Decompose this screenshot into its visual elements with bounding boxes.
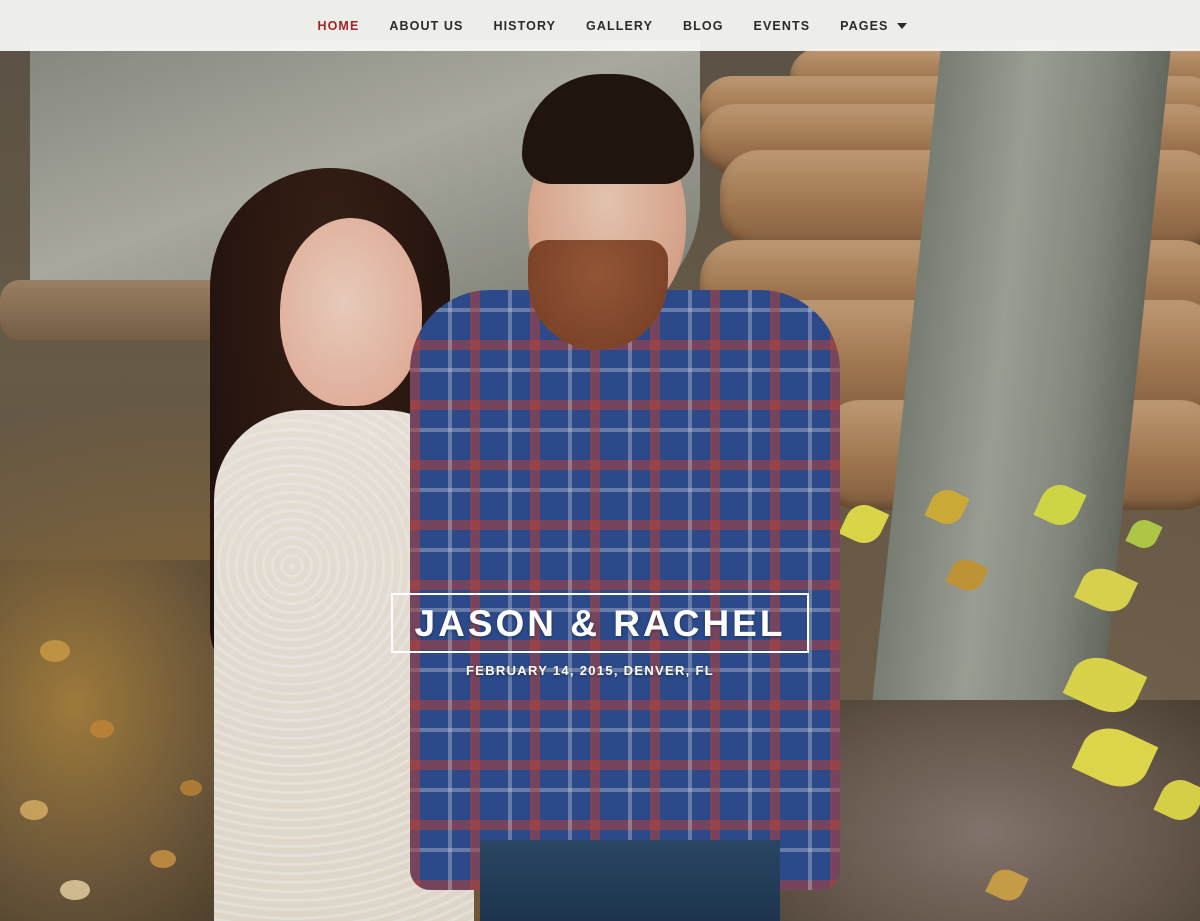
nav-item-label: BLOG [683, 18, 724, 33]
nav-item-label: HOME [317, 18, 360, 33]
hero-overlay [0, 0, 1200, 921]
hero-photo [0, 0, 1200, 921]
nav-item-label: GALLERY [586, 18, 654, 33]
page: HOME ABOUT US HISTORY GALLERY BLOG EVENT… [0, 0, 1200, 921]
hero-subtitle: FEBRUARY 14, 2015, DENVER, FL [466, 663, 714, 678]
nav-item-gallery[interactable]: GALLERY [571, 19, 668, 33]
hero-title-block: JASON & RACHEL FEBRUARY 14, 2015, DENVER… [0, 593, 1200, 678]
nav-item-label: ABOUT US [389, 18, 464, 33]
nav-item-pages[interactable]: PAGES [825, 19, 921, 33]
caret-down-icon [896, 22, 907, 29]
nav-item-events[interactable]: EVENTS [739, 19, 826, 33]
nav-item-blog[interactable]: BLOG [668, 19, 739, 33]
nav-item-about-us[interactable]: ABOUT US [374, 19, 478, 33]
nav-item-label: HISTORY [493, 18, 557, 33]
nav-item-home[interactable]: HOME [302, 19, 374, 33]
hero-title-frame: JASON & RACHEL [390, 593, 810, 653]
nav-item-label: EVENTS [753, 18, 811, 33]
top-navbar: HOME ABOUT US HISTORY GALLERY BLOG EVENT… [0, 0, 1200, 51]
nav-item-label: PAGES [840, 18, 889, 33]
nav-list: HOME ABOUT US HISTORY GALLERY BLOG EVENT… [302, 19, 921, 33]
hero-title: JASON & RACHEL [414, 603, 786, 644]
nav-item-history[interactable]: HISTORY [478, 19, 571, 33]
